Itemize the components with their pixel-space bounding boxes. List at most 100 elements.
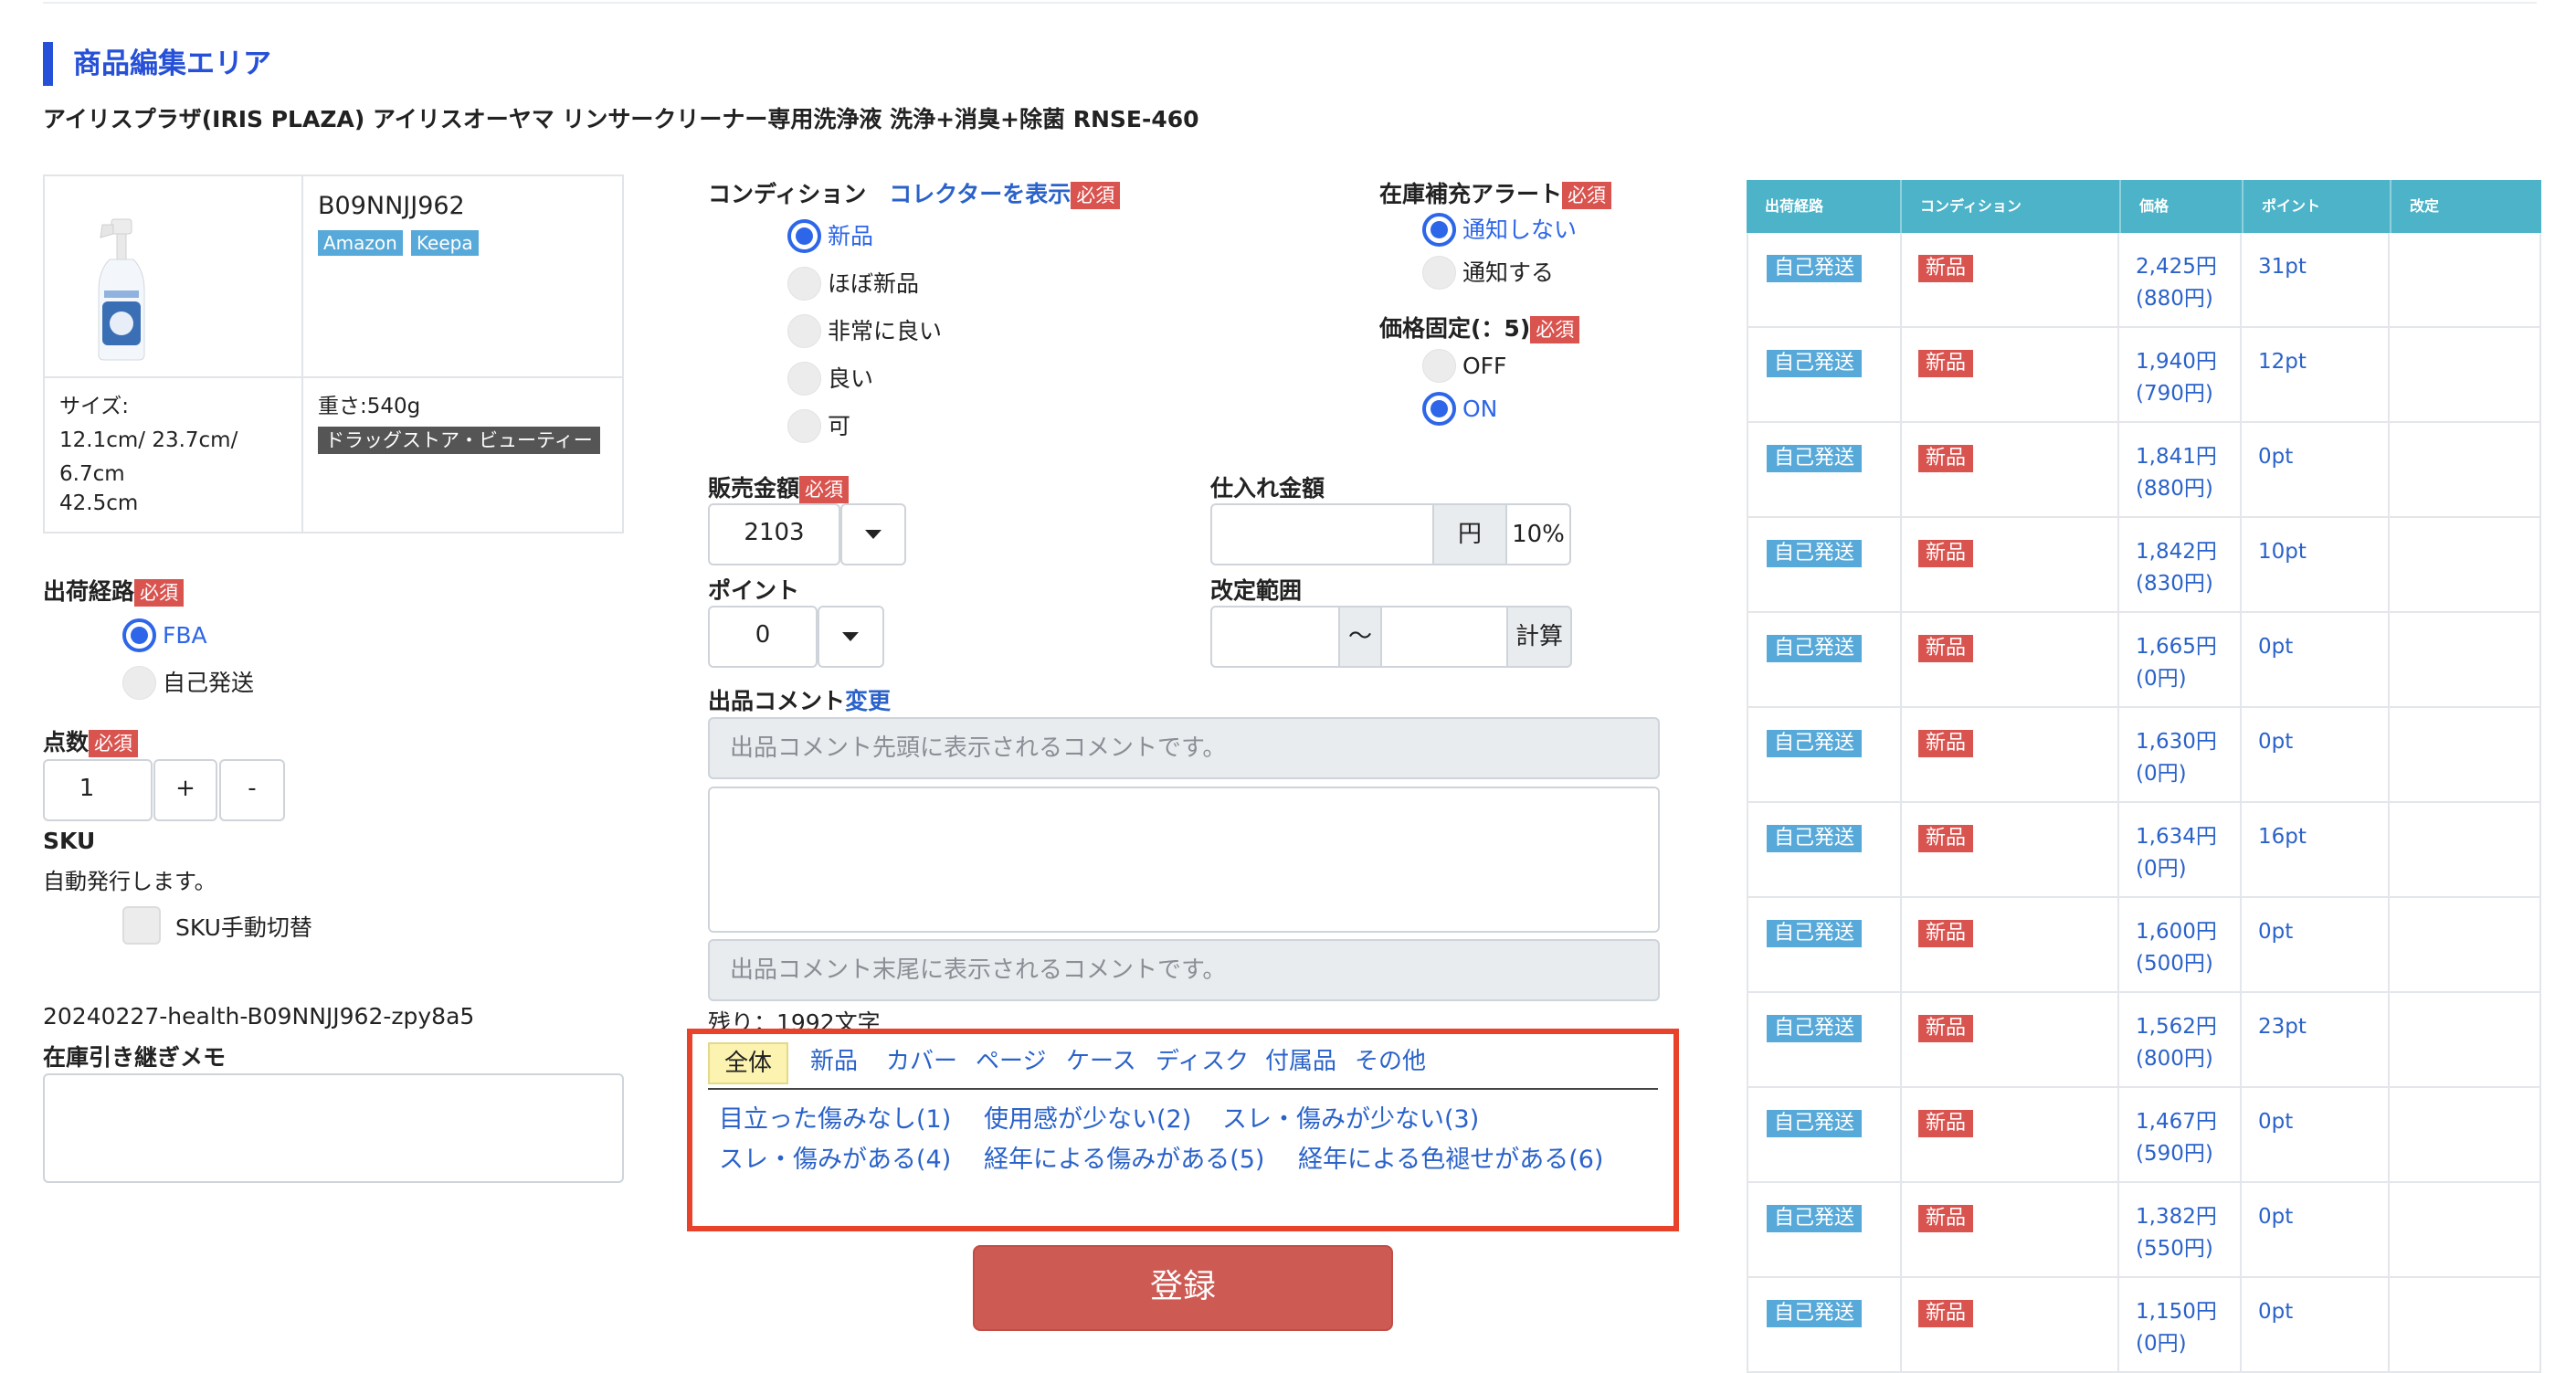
cell-shipping: 自己発送 — [1748, 423, 1902, 516]
cell-revision — [2390, 233, 2541, 326]
shipping-fee: (790円) — [2136, 382, 2213, 406]
points-text: 0pt — [2258, 635, 2294, 659]
cell-points: 0pt — [2242, 423, 2390, 516]
template-link-6[interactable]: 経年による色褪せがある(6) — [1298, 1139, 1603, 1175]
tab-disk[interactable]: ディスク — [1156, 1040, 1249, 1083]
template-link-2[interactable]: 使用感が少ない(2) — [984, 1099, 1191, 1135]
sale-price-label: 販売金額 必須 — [708, 470, 850, 503]
price-value: 1,600円 — [2136, 920, 2217, 944]
price-fixed-off-radio[interactable] — [1422, 349, 1456, 383]
shipping-self-radio[interactable] — [122, 666, 156, 700]
price-fixed-off-label[interactable]: OFF — [1462, 349, 1506, 383]
shipping-badge: 自己発送 — [1767, 540, 1863, 567]
tab-accessories[interactable]: 付属品 — [1265, 1040, 1336, 1083]
template-link-4[interactable]: スレ・傷みがある(4) — [719, 1139, 951, 1175]
shipping-fba-radio[interactable] — [122, 618, 156, 652]
condition-good-label[interactable]: 良い — [828, 362, 873, 396]
cell-shipping: 自己発送 — [1748, 1183, 1902, 1276]
tab-all[interactable]: 全体 — [708, 1042, 789, 1084]
cell-points: 0pt — [2242, 1183, 2390, 1276]
price-value: 1,150円 — [2136, 1300, 2217, 1324]
calc-button[interactable]: 計算 — [1506, 606, 1572, 668]
condition-badge: 新品 — [1918, 920, 1974, 947]
amazon-link[interactable]: Amazon — [318, 230, 403, 256]
comment-body-textarea[interactable] — [708, 787, 1660, 933]
sku-manual-checkbox[interactable] — [122, 906, 161, 945]
memo-label: 在庫引き継ぎメモ — [43, 1044, 227, 1071]
cell-points: 16pt — [2242, 803, 2390, 896]
comment-label: 出品コメント変更 — [708, 688, 892, 714]
template-link-1[interactable]: 目立った傷みなし(1) — [719, 1099, 951, 1135]
template-link-5[interactable]: 経年による傷みがある(5) — [984, 1139, 1264, 1175]
shipping-self-label[interactable]: 自己発送 — [163, 666, 254, 700]
register-button[interactable]: 登録 — [973, 1245, 1393, 1331]
condition-very-good-radio[interactable] — [787, 314, 821, 348]
cell-price: 1,841円 (880円) — [2119, 423, 2242, 516]
condition-like-new-label[interactable]: ほぼ新品 — [828, 267, 919, 301]
cell-points: 10pt — [2242, 518, 2390, 611]
shipping-badge: 自己発送 — [1767, 445, 1863, 472]
cell-shipping: 自己発送 — [1748, 1088, 1902, 1181]
condition-badge: 新品 — [1918, 1205, 1974, 1232]
cell-price: 1,634円 (0円) — [2119, 803, 2242, 896]
price-value: 1,940円 — [2136, 350, 2217, 374]
col-price: 価格 — [2119, 180, 2242, 233]
table-row: 自己発送 新品 1,842円 (830円) 10pt — [1747, 518, 2541, 613]
points-text: 0pt — [2258, 920, 2294, 944]
tab-underline — [708, 1088, 1658, 1090]
shipping-badge: 自己発送 — [1767, 1205, 1863, 1232]
memo-textarea[interactable] — [43, 1073, 624, 1183]
revision-from-input[interactable] — [1210, 606, 1340, 668]
restock-off-radio[interactable] — [1422, 213, 1456, 247]
cell-revision — [2390, 803, 2541, 896]
tab-case[interactable]: ケース — [1066, 1040, 1136, 1083]
condition-acceptable-radio[interactable] — [787, 409, 821, 443]
condition-like-new-radio[interactable] — [787, 267, 821, 301]
shipping-fee: (880円) — [2136, 477, 2213, 501]
shipping-badge: 自己発送 — [1767, 730, 1863, 757]
collector-link[interactable]: コレクターを表示 — [889, 181, 1071, 207]
comment-tail-input[interactable]: 出品コメント末尾に表示されるコメントです。 — [708, 939, 1660, 1001]
comment-head-input[interactable]: 出品コメント先頭に表示されるコメントです。 — [708, 717, 1660, 779]
rate-field[interactable]: 10% — [1505, 503, 1571, 565]
revision-to-input[interactable] — [1380, 606, 1508, 668]
price-fixed-on-radio[interactable] — [1422, 392, 1456, 426]
col-shipping: 出荷経路 — [1747, 180, 1900, 233]
condition-badge: 新品 — [1918, 1300, 1974, 1327]
table-row: 自己発送 新品 1,382円 (550円) 0pt — [1747, 1183, 2541, 1278]
condition-good-radio[interactable] — [787, 362, 821, 396]
condition-new-radio[interactable] — [787, 219, 821, 253]
price-fixed-on-label[interactable]: ON — [1462, 392, 1497, 426]
sku-manual-label[interactable]: SKU手動切替 — [175, 910, 312, 943]
tab-cover[interactable]: カバー — [886, 1040, 957, 1083]
comment-change-link[interactable]: 変更 — [845, 688, 891, 714]
tab-other[interactable]: その他 — [1355, 1040, 1426, 1083]
restock-on-label[interactable]: 通知する — [1462, 256, 1554, 290]
cell-price: 1,665円 (0円) — [2119, 613, 2242, 706]
cell-condition: 新品 — [1900, 423, 2119, 516]
shipping-badge: 自己発送 — [1767, 255, 1863, 282]
shipping-fba-label[interactable]: FBA — [163, 618, 207, 652]
condition-acceptable-label[interactable]: 可 — [828, 409, 850, 443]
tab-page[interactable]: ページ — [976, 1040, 1046, 1083]
product-name: アイリスプラザ(IRIS PLAZA) アイリスオーヤマ リンサークリーナー専用… — [43, 106, 1199, 132]
table-row: 自己発送 新品 1,841円 (880円) 0pt — [1747, 423, 2541, 518]
price-text: 1,600円 (500円) — [2136, 916, 2217, 980]
price-text: 1,841円 (880円) — [2136, 441, 2217, 505]
shipping-fee: (590円) — [2136, 1142, 2213, 1166]
cell-condition: 新品 — [1900, 233, 2119, 326]
restock-off-label[interactable]: 通知しない — [1462, 213, 1577, 247]
cell-condition: 新品 — [1900, 708, 2119, 801]
restock-on-radio[interactable] — [1422, 256, 1456, 290]
condition-very-good-label[interactable]: 非常に良い — [828, 314, 942, 348]
tab-new[interactable]: 新品 — [810, 1040, 858, 1083]
points-text: 23pt — [2258, 1015, 2307, 1039]
points-text: 0pt — [2258, 1300, 2294, 1324]
template-link-3[interactable]: スレ・傷みが少ない(3) — [1222, 1099, 1479, 1135]
keepa-link[interactable]: Keepa — [410, 230, 479, 256]
purchase-price-input[interactable] — [1210, 503, 1434, 565]
price-value: 1,467円 — [2136, 1110, 2217, 1134]
condition-new-label[interactable]: 新品 — [828, 219, 873, 253]
condition-badge: 新品 — [1918, 1015, 1974, 1042]
table-row: 自己発送 新品 1,634円 (0円) 16pt — [1747, 803, 2541, 898]
